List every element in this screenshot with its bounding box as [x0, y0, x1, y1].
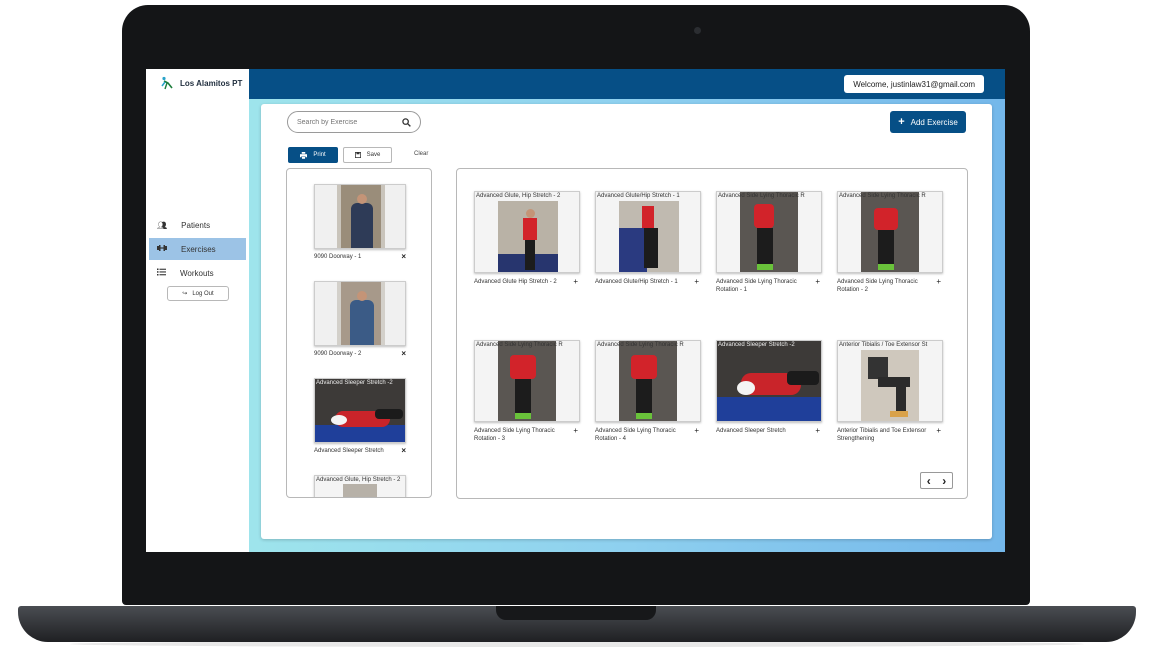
exercise-thumbnail[interactable]: Advanced Sleeper Stretch -2: [716, 340, 822, 422]
exercise-thumbnail[interactable]: Advanced Side Lying Thoracic R: [595, 340, 701, 422]
exercise-name: Advanced Side Lying Thoracic Rotation - …: [716, 279, 797, 293]
exercise-builder-card: + Add Exercise Print Save Clear: [261, 104, 992, 539]
laptop-mockup: Los Alamitos PT 👥︎ Patients Exercises Wo…: [0, 0, 1154, 651]
list-icon: [157, 268, 166, 278]
search-input[interactable]: [297, 118, 397, 126]
sidebar-item-exercises[interactable]: Exercises: [149, 238, 246, 260]
exercise-card[interactable]: Advanced Glute/Hip Stretch - 1 Advanced …: [595, 191, 701, 286]
plus-icon: +: [898, 116, 905, 128]
search-icon[interactable]: [402, 117, 411, 127]
exercise-library-panel: Advanced Glute, Hip Stretch - 2 Advanced…: [456, 168, 968, 499]
exercise-card[interactable]: Advanced Side Lying Thoracic R Advanced …: [474, 340, 580, 443]
logout-button[interactable]: ↪ Log Out: [167, 286, 229, 301]
top-bar: Welcome, justinlaw31@gmail.com: [249, 69, 1005, 99]
exercise-card[interactable]: Advanced Sleeper Stretch -2 Advanced Sle…: [716, 340, 822, 435]
app-screen: Los Alamitos PT 👥︎ Patients Exercises Wo…: [146, 69, 1005, 552]
thumbnail-caption: Advanced Side Lying Thoracic R: [597, 342, 684, 348]
thumbnail-caption: Advanced Glute/Hip Stretch - 1: [597, 193, 680, 199]
thumbnail-caption: Advanced Side Lying Thoracic R: [839, 193, 926, 199]
exercise-thumbnail[interactable]: [314, 281, 406, 346]
print-button[interactable]: Print: [288, 147, 338, 163]
chevron-right-icon[interactable]: ›: [942, 474, 946, 488]
add-to-workout-icon[interactable]: +: [936, 278, 941, 294]
exercise-name: Advanced Glute/Hip Stretch - 1: [595, 279, 678, 285]
exercise-name: Advanced Side Lying Thoracic Rotation - …: [595, 428, 676, 442]
add-to-workout-icon[interactable]: +: [694, 278, 699, 286]
save-button[interactable]: Save: [343, 147, 392, 163]
clear-button[interactable]: Clear: [414, 151, 428, 157]
selected-item[interactable]: Advanced Sleeper Stretch -2 Advanced Sle…: [314, 378, 406, 455]
sidebar-item-label: Workouts: [180, 268, 214, 278]
add-to-workout-icon[interactable]: +: [815, 427, 820, 435]
exercise-thumbnail[interactable]: Advanced Side Lying Thoracic R: [474, 340, 580, 422]
search-bar[interactable]: [287, 111, 421, 133]
dumbbell-icon: [157, 244, 167, 254]
thumbnail-caption: Advanced Sleeper Stretch -2: [316, 380, 393, 386]
exercise-thumbnail[interactable]: Advanced Glute, Hip Stretch - 2: [314, 475, 406, 497]
exercise-name: Advanced Side Lying Thoracic Rotation - …: [474, 428, 555, 442]
pagination: ‹ ›: [920, 472, 953, 489]
selected-item-label: 9090 Doorway - 1: [314, 254, 362, 260]
exercise-card[interactable]: Anterior Tibialis / Toe Extensor St Ante…: [837, 340, 943, 443]
exercise-card[interactable]: Advanced Side Lying Thoracic R Advanced …: [595, 340, 701, 443]
brand-name: Los Alamitos PT: [180, 78, 243, 88]
thumbnail-caption: Advanced Side Lying Thoracic R: [718, 193, 805, 199]
exercise-name: Anterior Tibialis and Toe Extensor Stren…: [837, 428, 927, 442]
exercise-card[interactable]: Advanced Glute, Hip Stretch - 2 Advanced…: [474, 191, 580, 286]
sidebar-item-label: Exercises: [181, 244, 216, 254]
exercise-thumbnail[interactable]: Advanced Sleeper Stretch -2: [314, 378, 406, 443]
users-icon: 👥︎: [157, 220, 168, 230]
sidebar-item-workouts[interactable]: Workouts: [149, 262, 246, 284]
selected-item-label: 9090 Doorway - 2: [314, 351, 362, 357]
thumbnail-caption: Advanced Sleeper Stretch -2: [718, 342, 795, 348]
add-exercise-button[interactable]: + Add Exercise: [890, 111, 966, 133]
exercise-thumbnail[interactable]: Advanced Glute, Hip Stretch - 2: [474, 191, 580, 273]
exercise-name: Advanced Sleeper Stretch: [716, 428, 786, 434]
exercise-thumbnail[interactable]: Advanced Side Lying Thoracic R: [837, 191, 943, 273]
add-to-workout-icon[interactable]: +: [694, 427, 699, 443]
add-to-workout-icon[interactable]: +: [573, 427, 578, 443]
add-to-workout-icon[interactable]: +: [815, 278, 820, 294]
exercise-card[interactable]: Advanced Side Lying Thoracic R Advanced …: [837, 191, 943, 294]
camera: [694, 27, 701, 34]
remove-icon[interactable]: ×: [401, 350, 406, 358]
thumbnail-caption: Advanced Glute, Hip Stretch - 2: [476, 193, 561, 199]
floppy-disk-icon: [354, 152, 361, 158]
selected-item-label: Advanced Sleeper Stretch: [314, 448, 384, 454]
selected-item[interactable]: 9090 Doorway - 2 ×: [314, 281, 406, 358]
sidebar: Los Alamitos PT 👥︎ Patients Exercises Wo…: [146, 69, 249, 552]
add-to-workout-icon[interactable]: +: [573, 278, 578, 286]
exercise-thumbnail[interactable]: Anterior Tibialis / Toe Extensor St: [837, 340, 943, 422]
exercise-name: Advanced Glute Hip Stretch - 2: [474, 279, 557, 285]
sidebar-item-patients[interactable]: 👥︎ Patients: [149, 214, 246, 236]
selected-exercises-panel[interactable]: 9090 Doorway - 1 × 9090 Doorway - 2 × Ad…: [286, 168, 432, 498]
exercise-thumbnail[interactable]: Advanced Side Lying Thoracic R: [716, 191, 822, 273]
brand[interactable]: Los Alamitos PT: [160, 76, 242, 90]
sidebar-item-label: Patients: [181, 220, 211, 230]
welcome-user-button[interactable]: Welcome, justinlaw31@gmail.com: [844, 75, 984, 93]
selected-item[interactable]: Advanced Glute, Hip Stretch - 2: [314, 475, 406, 497]
exercise-name: Advanced Side Lying Thoracic Rotation - …: [837, 279, 918, 293]
exercise-thumbnail[interactable]: Advanced Glute/Hip Stretch - 1: [595, 191, 701, 273]
remove-icon[interactable]: ×: [401, 447, 406, 455]
chevron-left-icon[interactable]: ‹: [927, 474, 931, 488]
remove-icon[interactable]: ×: [401, 253, 406, 261]
thumbnail-caption: Anterior Tibialis / Toe Extensor St: [839, 342, 928, 348]
logout-icon: ↪: [182, 291, 188, 297]
thumbnail-caption: Advanced Glute, Hip Stretch - 2: [316, 477, 401, 483]
runner-logo-icon: [161, 76, 173, 90]
exercise-thumbnail[interactable]: [314, 184, 406, 249]
laptop-notch: [496, 606, 656, 620]
thumbnail-caption: Advanced Side Lying Thoracic R: [476, 342, 563, 348]
selected-item[interactable]: 9090 Doorway - 1 ×: [314, 184, 406, 261]
printer-icon: [300, 151, 308, 159]
exercise-card[interactable]: Advanced Side Lying Thoracic R Advanced …: [716, 191, 822, 294]
add-to-workout-icon[interactable]: +: [936, 427, 941, 443]
